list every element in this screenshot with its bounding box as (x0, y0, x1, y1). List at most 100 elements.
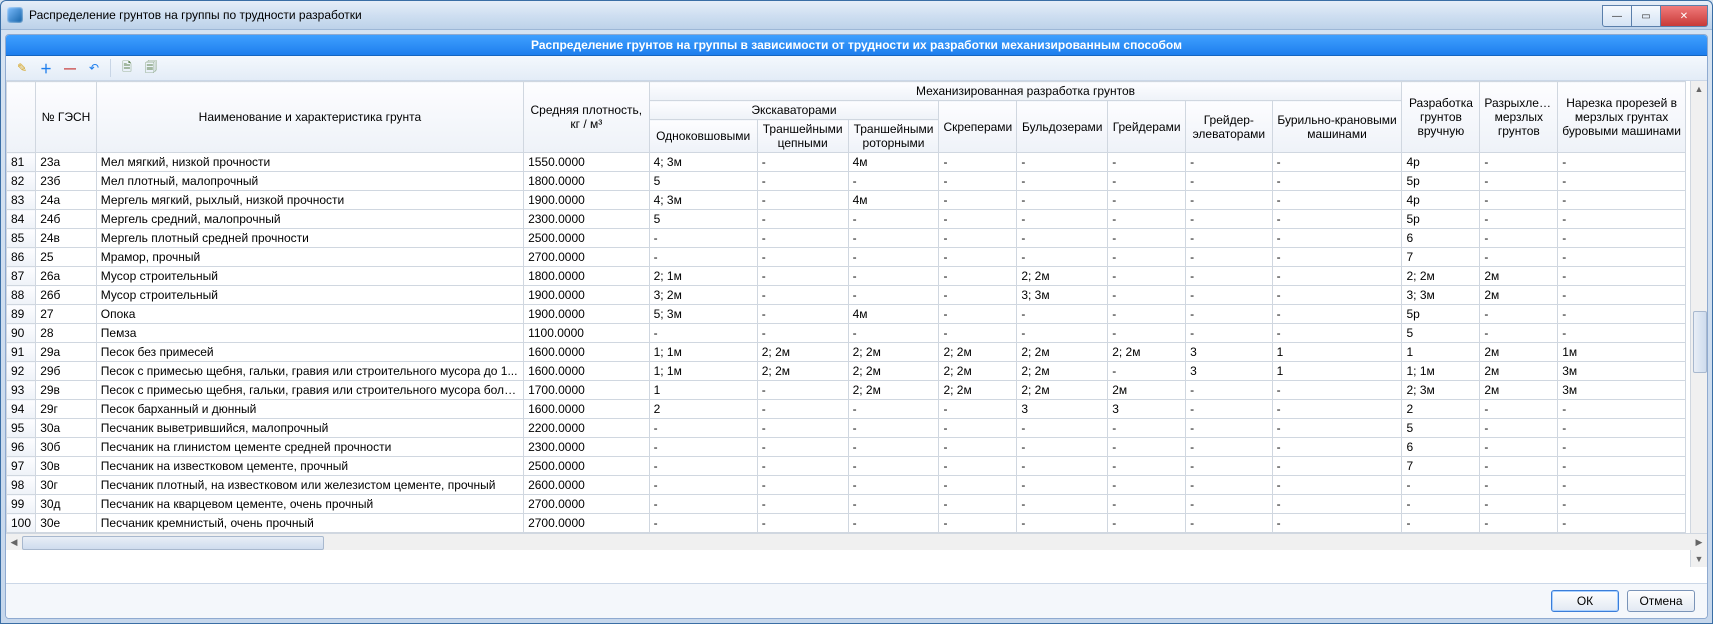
data-cell[interactable]: - (1017, 191, 1108, 210)
data-cell[interactable]: 2700.0000 (524, 248, 649, 267)
data-cell[interactable]: Мел плотный, малопрочный (96, 172, 523, 191)
data-cell[interactable]: - (1480, 400, 1558, 419)
titlebar[interactable]: Распределение грунтов на группы по трудн… (1, 1, 1712, 30)
table-row[interactable]: 8223бМел плотный, малопрочный1800.00005-… (7, 172, 1686, 191)
data-cell[interactable]: - (1480, 305, 1558, 324)
data-cell[interactable]: 2 (649, 400, 757, 419)
data-cell[interactable]: 2; 2м (939, 362, 1017, 381)
data-cell[interactable]: - (1480, 248, 1558, 267)
data-cell[interactable]: 26б (36, 286, 97, 305)
scroll-left-arrow[interactable]: ◀ (6, 534, 22, 550)
data-cell[interactable]: - (1480, 324, 1558, 343)
scroll-right-arrow[interactable]: ▶ (1691, 534, 1707, 550)
col-density[interactable]: Средняя плотность, кг / м³ (524, 82, 649, 153)
data-cell[interactable]: - (1558, 172, 1686, 191)
data-cell[interactable]: 1600.0000 (524, 362, 649, 381)
data-cell[interactable]: - (1480, 438, 1558, 457)
data-cell[interactable]: - (649, 248, 757, 267)
grid-area[interactable]: № ГЭСН Наименование и характеристика гру… (6, 81, 1707, 583)
close-button[interactable]: ✕ (1661, 5, 1708, 27)
data-cell[interactable]: - (1480, 172, 1558, 191)
data-cell[interactable]: - (1108, 419, 1186, 438)
data-cell[interactable]: - (1272, 438, 1402, 457)
data-cell[interactable]: - (649, 514, 757, 533)
data-cell[interactable]: - (757, 324, 848, 343)
ok-button[interactable]: ОК (1551, 590, 1619, 612)
data-cell[interactable]: - (1186, 153, 1273, 172)
row-number-cell[interactable]: 88 (7, 286, 36, 305)
row-number-cell[interactable]: 83 (7, 191, 36, 210)
data-cell[interactable]: 30е (36, 514, 97, 533)
scroll-up-arrow[interactable]: ▲ (1691, 81, 1707, 97)
data-cell[interactable]: - (939, 457, 1017, 476)
remove-button[interactable]: — (60, 58, 80, 78)
col-exc-single[interactable]: Одноковшовыми (649, 120, 757, 153)
data-cell[interactable]: - (1186, 381, 1273, 400)
horizontal-scroll-thumb[interactable] (22, 536, 324, 550)
data-cell[interactable]: 4м (848, 191, 939, 210)
table-row[interactable]: 8826бМусор строительный1900.00003; 2м---… (7, 286, 1686, 305)
row-number-cell[interactable]: 92 (7, 362, 36, 381)
data-cell[interactable]: - (1186, 419, 1273, 438)
row-number-cell[interactable]: 86 (7, 248, 36, 267)
data-cell[interactable]: Мергель средний, малопрочный (96, 210, 523, 229)
col-bulldozers[interactable]: Бульдозерами (1017, 101, 1108, 153)
data-cell[interactable]: - (1186, 476, 1273, 495)
horizontal-scrollbar[interactable]: ◀ ▶ (6, 533, 1707, 550)
table-row[interactable]: 10030еПесчаник кремнистый, очень прочный… (7, 514, 1686, 533)
row-number-cell[interactable]: 96 (7, 438, 36, 457)
data-cell[interactable]: Песчаник плотный, на известковом или жел… (96, 476, 523, 495)
data-cell[interactable]: 2300.0000 (524, 210, 649, 229)
data-cell[interactable]: - (1017, 495, 1108, 514)
scroll-down-arrow[interactable]: ▼ (1691, 551, 1707, 567)
data-cell[interactable]: - (1272, 400, 1402, 419)
data-cell[interactable]: - (757, 495, 848, 514)
data-cell[interactable]: - (757, 191, 848, 210)
row-number-cell[interactable]: 97 (7, 457, 36, 476)
data-cell[interactable]: - (1272, 419, 1402, 438)
table-row[interactable]: 9930дПесчаник на кварцевом цементе, очен… (7, 495, 1686, 514)
data-cell[interactable]: - (1272, 457, 1402, 476)
data-cell[interactable]: 1 (649, 381, 757, 400)
data-cell[interactable]: - (848, 514, 939, 533)
data-cell[interactable]: Мел мягкий, низкой прочности (96, 153, 523, 172)
data-cell[interactable]: 2; 2м (939, 343, 1017, 362)
data-cell[interactable]: - (1272, 286, 1402, 305)
data-cell[interactable]: 2; 2м (757, 343, 848, 362)
data-cell[interactable]: - (1558, 248, 1686, 267)
data-cell[interactable]: Песок без примесей (96, 343, 523, 362)
data-cell[interactable]: - (1186, 514, 1273, 533)
data-cell[interactable]: - (939, 419, 1017, 438)
data-cell[interactable]: - (1108, 362, 1186, 381)
data-cell[interactable]: - (1186, 191, 1273, 210)
data-cell[interactable]: 2м (1480, 286, 1558, 305)
data-cell[interactable]: 1550.0000 (524, 153, 649, 172)
data-cell[interactable]: 2; 1м (649, 267, 757, 286)
data-cell[interactable]: - (649, 438, 757, 457)
table-row[interactable]: 8927Опока1900.00005; 3м-4м-----5р-- (7, 305, 1686, 324)
data-cell[interactable]: - (1558, 210, 1686, 229)
data-cell[interactable]: - (1558, 400, 1686, 419)
data-cell[interactable]: 3 (1186, 362, 1273, 381)
table-row[interactable]: 8324аМергель мягкий, рыхлый, низкой проч… (7, 191, 1686, 210)
data-cell[interactable]: - (757, 229, 848, 248)
data-cell[interactable]: 1900.0000 (524, 305, 649, 324)
row-number-cell[interactable]: 84 (7, 210, 36, 229)
data-cell[interactable]: - (1017, 419, 1108, 438)
col-drill[interactable]: Бурильно-крановыми машинами (1272, 101, 1402, 153)
row-number-cell[interactable]: 87 (7, 267, 36, 286)
data-cell[interactable]: 1900.0000 (524, 286, 649, 305)
data-cell[interactable]: 2; 2м (1108, 343, 1186, 362)
data-cell[interactable]: 2; 3м (1402, 381, 1480, 400)
data-cell[interactable]: - (1402, 476, 1480, 495)
data-cell[interactable]: - (1017, 305, 1108, 324)
data-cell[interactable]: Песчаник на глинистом цементе средней пр… (96, 438, 523, 457)
data-cell[interactable]: - (1558, 457, 1686, 476)
data-cell[interactable]: - (1108, 248, 1186, 267)
data-cell[interactable]: Песок с примесью щебня, гальки, гравия и… (96, 381, 523, 400)
data-cell[interactable]: - (1558, 305, 1686, 324)
data-cell[interactable]: - (1272, 495, 1402, 514)
data-cell[interactable]: - (757, 400, 848, 419)
table-row[interactable]: 9530аПесчаник выветрившийся, малопрочный… (7, 419, 1686, 438)
data-cell[interactable]: - (1017, 457, 1108, 476)
